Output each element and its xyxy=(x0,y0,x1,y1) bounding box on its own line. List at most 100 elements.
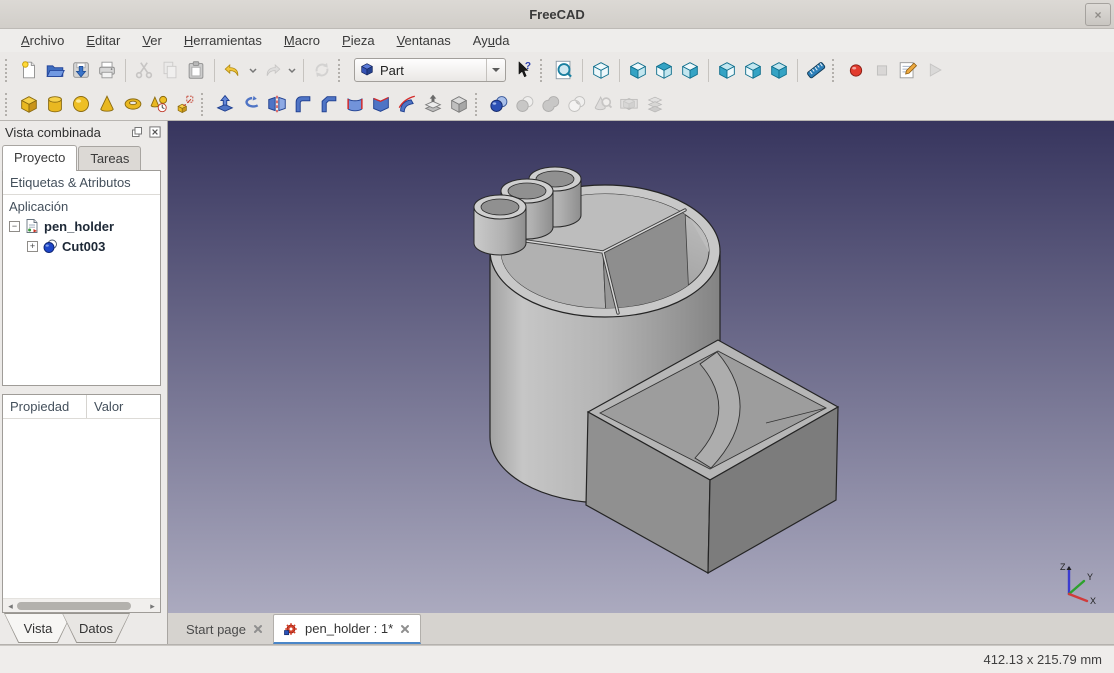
print-button[interactable] xyxy=(94,57,120,83)
open-folder-button[interactable] xyxy=(42,57,68,83)
tab-datos[interactable]: Datos xyxy=(62,613,130,643)
toolbar-separator xyxy=(214,59,215,82)
toolbar-separator xyxy=(708,59,709,82)
part-torus-button[interactable] xyxy=(120,91,146,117)
3d-viewport[interactable]: ZYX xyxy=(168,121,1114,613)
chamfer-button[interactable] xyxy=(316,91,342,117)
save-button[interactable] xyxy=(68,57,94,83)
menu-archivo[interactable]: Archivo xyxy=(12,31,73,50)
scroll-right-icon[interactable]: ▸ xyxy=(148,600,157,612)
toolbar-drag-handle[interactable] xyxy=(5,93,12,116)
view-left-button[interactable] xyxy=(766,57,792,83)
undo-button[interactable] xyxy=(220,57,246,83)
dock-header[interactable]: Vista combinada xyxy=(0,121,167,143)
tree-item-cut003[interactable]: +Cut003 xyxy=(3,236,160,256)
toolbar-drag-handle[interactable] xyxy=(201,93,208,116)
boolean-toolbar xyxy=(486,91,668,117)
expander-icon[interactable]: − xyxy=(9,221,20,232)
loft-button[interactable] xyxy=(368,91,394,117)
ruled-surface-button[interactable] xyxy=(342,91,368,117)
dropdown-arrow[interactable] xyxy=(285,57,298,83)
macro-toolbar xyxy=(843,57,947,83)
window-close-button[interactable]: × xyxy=(1085,3,1111,26)
panel-splitter[interactable] xyxy=(0,386,167,394)
scrollbar-track[interactable] xyxy=(17,601,146,611)
mirror-button[interactable] xyxy=(264,91,290,117)
menu-ver[interactable]: Ver xyxy=(133,31,171,50)
toolbar-drag-handle[interactable] xyxy=(475,93,482,116)
part-primitives-button[interactable] xyxy=(146,91,172,117)
fillet-button[interactable] xyxy=(290,91,316,117)
workbench-selected-value: Part xyxy=(380,63,481,78)
window-titlebar[interactable]: FreeCAD × xyxy=(0,0,1114,29)
property-view-tab-bar: VistaDatos xyxy=(0,613,168,644)
tree-column-header: Etiquetas & Atributos xyxy=(3,171,160,195)
model-tree-panel: Etiquetas & Atributos Aplicación − pen_ho… xyxy=(2,170,161,386)
menu-editar[interactable]: Editar xyxy=(77,31,129,50)
tab-tareas[interactable]: Tareas xyxy=(78,146,141,170)
tree-item-label: pen_holder xyxy=(44,219,114,234)
svg-text:Y: Y xyxy=(1087,572,1093,582)
chevron-down-icon[interactable] xyxy=(486,59,505,81)
close-icon[interactable] xyxy=(400,624,410,634)
scroll-left-icon[interactable]: ◂ xyxy=(6,600,15,612)
view-rear-button[interactable] xyxy=(714,57,740,83)
view-right-button[interactable] xyxy=(677,57,703,83)
menu-ayuda[interactable]: Ayuda xyxy=(464,31,519,50)
boolean-operation-button[interactable] xyxy=(486,91,512,117)
document-tab-label: pen_holder : 1* xyxy=(305,621,393,636)
horizontal-scrollbar[interactable]: ◂ ▸ xyxy=(3,598,160,612)
property-column-value[interactable]: Valor xyxy=(87,395,160,418)
solids-toolbar xyxy=(16,91,198,117)
dropdown-arrow[interactable] xyxy=(246,57,259,83)
part-box-button[interactable] xyxy=(16,91,42,117)
document-tab-pen-holder-1-[interactable]: pen_holder : 1* xyxy=(273,614,421,644)
menu-herramientas[interactable]: Herramientas xyxy=(175,31,271,50)
new-document-button[interactable] xyxy=(16,57,42,83)
property-column-name[interactable]: Propiedad xyxy=(3,395,87,418)
toolbar-drag-handle[interactable] xyxy=(832,59,839,82)
toolbar-drag-handle[interactable] xyxy=(540,59,547,82)
tree-item-pen_holder[interactable]: − pen_holder xyxy=(3,216,160,236)
revolve-button[interactable] xyxy=(238,91,264,117)
part-cone-button[interactable] xyxy=(94,91,120,117)
thickness-button[interactable] xyxy=(446,91,472,117)
copy-button xyxy=(157,57,183,83)
view-axonometric-button[interactable] xyxy=(588,57,614,83)
check-geometry-button xyxy=(590,91,616,117)
tab-label: Datos xyxy=(79,621,113,636)
view-front-button[interactable] xyxy=(625,57,651,83)
menu-ventanas[interactable]: Ventanas xyxy=(388,31,460,50)
part-cylinder-button[interactable] xyxy=(42,91,68,117)
boolean-cut-object-icon xyxy=(42,238,58,254)
view-bottom-button[interactable] xyxy=(740,57,766,83)
whats-this-button[interactable]: ? xyxy=(511,57,537,83)
paste-button[interactable] xyxy=(183,57,209,83)
toolbar-drag-handle[interactable] xyxy=(5,59,12,82)
toolbar-separator xyxy=(797,59,798,82)
close-icon[interactable] xyxy=(253,624,263,634)
view-top-button[interactable] xyxy=(651,57,677,83)
fit-all-button[interactable] xyxy=(551,57,577,83)
expander-icon[interactable]: + xyxy=(27,241,38,252)
tab-proyecto[interactable]: Proyecto xyxy=(2,145,77,171)
extrude-button[interactable] xyxy=(212,91,238,117)
measure-distance-button[interactable] xyxy=(803,57,829,83)
dock-close-icon[interactable] xyxy=(147,126,162,139)
tree-root-label: Aplicación xyxy=(3,195,160,216)
part-sphere-button[interactable] xyxy=(68,91,94,117)
scrollbar-thumb[interactable] xyxy=(17,602,131,610)
workbench-selector[interactable]: Part xyxy=(354,58,506,82)
dock-float-icon[interactable] xyxy=(129,126,144,139)
file-toolbar xyxy=(16,57,335,83)
shape-builder-button[interactable] xyxy=(172,91,198,117)
cross-sections-button xyxy=(642,91,668,117)
offset-button[interactable] xyxy=(420,91,446,117)
menu-macro[interactable]: Macro xyxy=(275,31,329,50)
macro-edit-button[interactable] xyxy=(895,57,921,83)
sweep-button[interactable] xyxy=(394,91,420,117)
toolbar-drag-handle[interactable] xyxy=(338,59,345,82)
menu-pieza[interactable]: Pieza xyxy=(333,31,384,50)
macro-record-button[interactable] xyxy=(843,57,869,83)
document-tab-start-page[interactable]: Start page xyxy=(176,616,273,642)
